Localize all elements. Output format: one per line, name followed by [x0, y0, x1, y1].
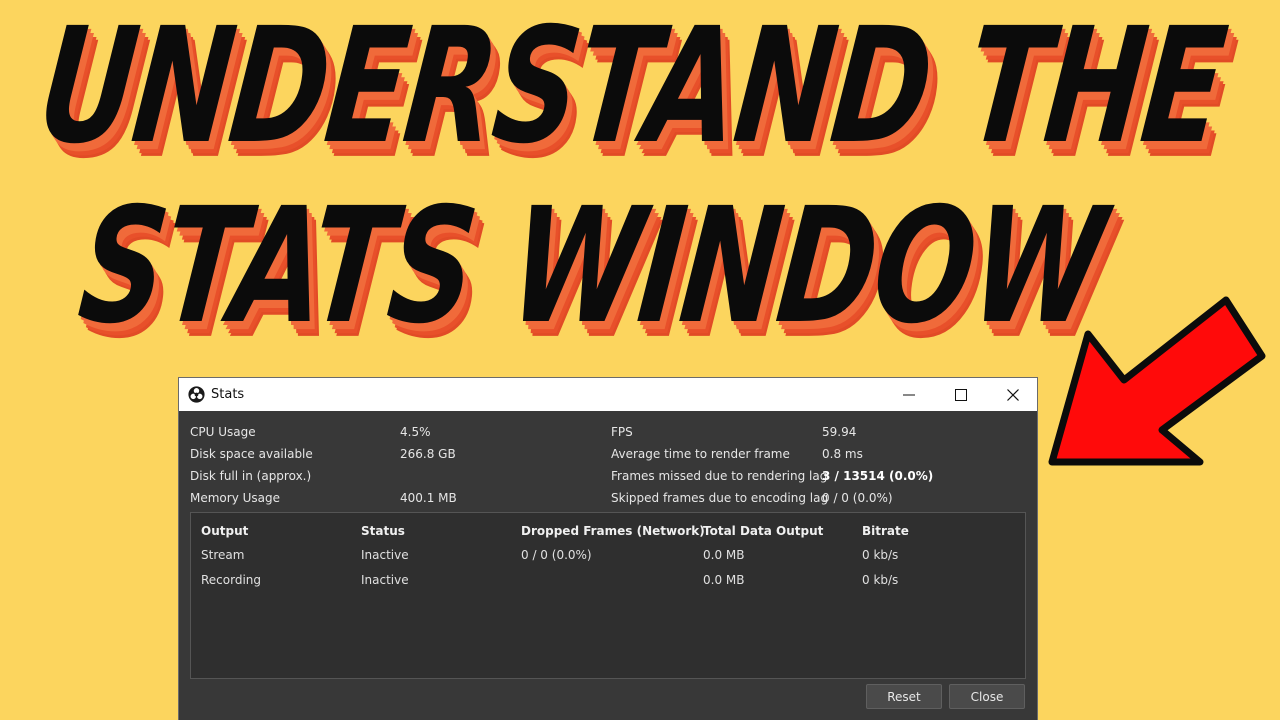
stat-value-frames-missed: 3 / 13514 (0.0%) — [822, 469, 934, 483]
row-stream-bitrate: 0 kb/s — [862, 548, 899, 562]
red-arrow-icon — [1048, 296, 1266, 466]
output-table: Output Status Dropped Frames (Network) T… — [190, 512, 1026, 679]
row-stream-dropped: 0 / 0 (0.0%) — [521, 548, 592, 562]
stat-label-fps: FPS — [611, 425, 633, 439]
column-header-dropped-frames: Dropped Frames (Network) — [521, 524, 705, 538]
stat-label-disk-space: Disk space available — [190, 447, 313, 461]
column-header-bitrate: Bitrate — [862, 524, 909, 538]
row-recording-status: Inactive — [361, 573, 409, 587]
stat-label-memory-usage: Memory Usage — [190, 491, 281, 505]
stat-value-memory-usage: 400.1 MB — [400, 491, 457, 505]
window-title: Stats — [211, 387, 245, 402]
row-stream-status: Inactive — [361, 548, 409, 562]
stat-label-cpu-usage: CPU Usage — [190, 425, 256, 439]
stat-label-frames-missed: Frames missed due to rendering lag — [611, 469, 828, 483]
column-header-status: Status — [361, 524, 405, 538]
stat-value-render-time: 0.8 ms — [822, 447, 863, 461]
stat-label-skipped-frames: Skipped frames due to encoding lag — [611, 491, 829, 505]
stat-label-disk-full: Disk full in (approx.) — [190, 469, 312, 483]
maximize-icon — [955, 388, 967, 401]
column-header-output: Output — [201, 524, 249, 538]
headline-line-1: UNDERSTAND THE — [31, 0, 1233, 179]
reset-button[interactable]: Reset — [866, 684, 942, 709]
stat-label-render-time: Average time to render frame — [611, 447, 790, 461]
window-titlebar[interactable]: Stats — [179, 378, 1037, 411]
minimize-button[interactable] — [883, 378, 935, 411]
row-stream-total-data: 0.0 MB — [703, 548, 745, 562]
stat-value-skipped-frames: 0 / 0 (0.0%) — [822, 491, 893, 505]
maximize-button[interactable] — [935, 378, 987, 411]
close-icon — [1007, 388, 1019, 401]
row-stream-output: Stream — [201, 548, 245, 562]
stat-value-fps: 59.94 — [822, 425, 857, 439]
close-window-button[interactable] — [987, 378, 1039, 411]
obs-logo-icon — [188, 386, 205, 403]
row-recording-total-data: 0.0 MB — [703, 573, 745, 587]
close-button[interactable]: Close — [949, 684, 1025, 709]
row-recording-bitrate: 0 kb/s — [862, 573, 899, 587]
stat-value-disk-space: 266.8 GB — [400, 447, 456, 461]
column-header-total-data: Total Data Output — [703, 524, 824, 538]
stats-window: Stats CPU Usage 4.5% Disk space availabl… — [179, 378, 1037, 720]
row-recording-output: Recording — [201, 573, 262, 587]
minimize-icon — [903, 394, 915, 395]
stat-value-cpu-usage: 4.5% — [400, 425, 431, 439]
